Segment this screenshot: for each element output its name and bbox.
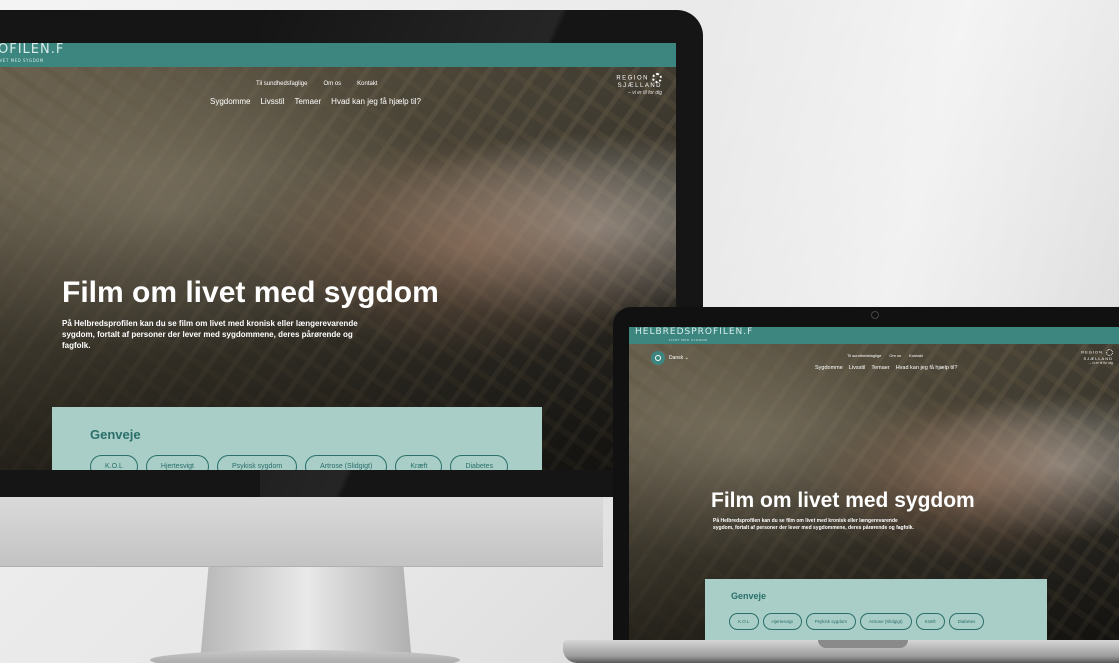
site-logo[interactable]: OFILEN.Ḟ IVET MED SYGDOM — [0, 43, 65, 66]
nav-link-om-os[interactable]: Om os — [323, 81, 341, 87]
region-line1-small: REGION — [1081, 349, 1103, 355]
nav-link-hvad-kan-jeg[interactable]: Hvad kan jeg få hjælp til? — [331, 97, 421, 106]
genveje-chips-small: K.O.L Hjertesvigt Psykisk sygdom Artrose… — [729, 613, 985, 630]
site-header-bar-small: HELBREDSPROFILEN.Ḟ LIVET MED SYGDOM — [629, 327, 1119, 344]
chip-psykisk-sygdom-small[interactable]: Psykisk sygdom — [805, 613, 857, 630]
language-label: Dansk — [669, 355, 684, 361]
chip-hjertesvigt[interactable]: Hjertesvigt — [145, 455, 209, 470]
chip-kol[interactable]: K.O.L — [90, 455, 138, 470]
nav-link-sygdomme[interactable]: Sygdomme — [210, 97, 250, 106]
hero-title-small: Film om livet med sygdom — [711, 489, 975, 512]
laptop: HELBREDSPROFILEN.Ḟ LIVET MED SYGDOM Dans… — [613, 307, 1119, 650]
chip-kraeft[interactable]: Kræft — [395, 455, 443, 470]
laptop-camera — [871, 311, 879, 319]
genveje-title: Genveje — [90, 427, 141, 442]
chip-diabetes[interactable]: Diabetes — [450, 455, 509, 470]
nav-link-temaer-small[interactable]: Temaer — [871, 365, 889, 371]
region-tagline: – vi er til for dig — [628, 90, 662, 96]
region-line1: REGION — [616, 75, 649, 82]
monitor-stand — [200, 567, 412, 663]
logo-tagline-small: LIVET MED SYGDOM — [669, 337, 708, 342]
nav-link-hvad-kan-jeg-small[interactable]: Hvad kan jeg få hjælp til? — [896, 365, 958, 371]
search-icon[interactable] — [651, 351, 665, 365]
nav-link-kontakt-small[interactable]: Kontakt — [909, 353, 923, 358]
chip-hjertesvigt-small[interactable]: Hjertesvigt — [762, 613, 802, 630]
desktop-screen: OFILEN.Ḟ IVET MED SYGDOM Til sundhedsfag… — [0, 43, 676, 470]
chip-kol-small[interactable]: K.O.L — [729, 613, 759, 630]
nav-link-kontakt[interactable]: Kontakt — [357, 81, 377, 87]
nav-link-sygdomme-small[interactable]: Sygdomme — [815, 365, 843, 371]
chip-artrose-small[interactable]: Artrose (Slidgigt) — [860, 613, 912, 630]
region-dots-icon — [652, 73, 662, 83]
chevron-down-icon: ⌄ — [684, 355, 689, 361]
logo-mark-icon: Ḟ — [55, 43, 65, 57]
utility-nav-small: Til sundhedsfaglige Om os Kontakt — [847, 353, 923, 358]
region-line2: SJÆLLAND — [617, 83, 662, 89]
nav-link-livsstil-small[interactable]: Livsstil — [849, 365, 866, 371]
monitor-stand-base — [150, 650, 460, 663]
monitor-chin — [0, 497, 603, 567]
region-logo[interactable]: REGION SJÆLLAND – vi er til for dig — [616, 73, 662, 97]
chip-psykisk-sygdom[interactable]: Psykisk sygdom — [216, 455, 298, 470]
language-selector[interactable]: Dansk ⌄ — [669, 355, 689, 361]
chip-artrose[interactable]: Artrose (Slidgigt) — [305, 455, 388, 470]
utility-nav: Til sundhedsfaglige Om os Kontakt — [256, 81, 378, 87]
genveje-chips: K.O.L Hjertesvigt Psykisk sygdom Artrose… — [90, 455, 509, 470]
hero-text: På Helbredsprofilen kan du se film om li… — [62, 319, 358, 350]
site-header-bar: OFILEN.Ḟ IVET MED SYGDOM — [0, 43, 676, 67]
nav-link-temaer[interactable]: Temaer — [294, 97, 321, 106]
main-nav-small: Sygdomme Livsstil Temaer Hvad kan jeg få… — [815, 365, 957, 371]
chip-diabetes-small[interactable]: Diabetes — [948, 613, 985, 630]
nav-link-om-os-small[interactable]: Om os — [889, 353, 901, 358]
nav-link-sundhedsfaglige[interactable]: Til sundhedsfaglige — [256, 81, 307, 87]
nav-link-livsstil[interactable]: Livsstil — [260, 97, 284, 106]
genveje-title-small: Genveje — [731, 591, 767, 601]
region-tagline-small: – vi er til for dig — [1089, 361, 1113, 365]
hero-text-small: På Helbredsprofilen kan du se film om li… — [713, 518, 914, 531]
genveje-panel: Genveje K.O.L Hjertesvigt Psykisk sygdom… — [52, 407, 542, 470]
laptop-notch — [818, 640, 908, 648]
hero-title: Film om livet med sygdom — [62, 276, 439, 309]
chip-kraeft-small[interactable]: Kræft — [915, 613, 945, 630]
main-nav: Sygdomme Livsstil Temaer Hvad kan jeg få… — [210, 97, 421, 106]
logo-mark-icon-small: Ḟ — [747, 327, 754, 337]
laptop-screen: HELBREDSPROFILEN.Ḟ LIVET MED SYGDOM Dans… — [629, 327, 1119, 650]
region-dots-icon — [1106, 349, 1113, 356]
site-logo-small[interactable]: HELBREDSPROFILEN.Ḟ LIVET MED SYGDOM — [635, 327, 754, 344]
nav-link-sundhedsfaglige-small[interactable]: Til sundhedsfaglige — [847, 353, 881, 358]
region-logo-small[interactable]: REGION SJÆLLAND – vi er til for dig — [1081, 349, 1113, 366]
